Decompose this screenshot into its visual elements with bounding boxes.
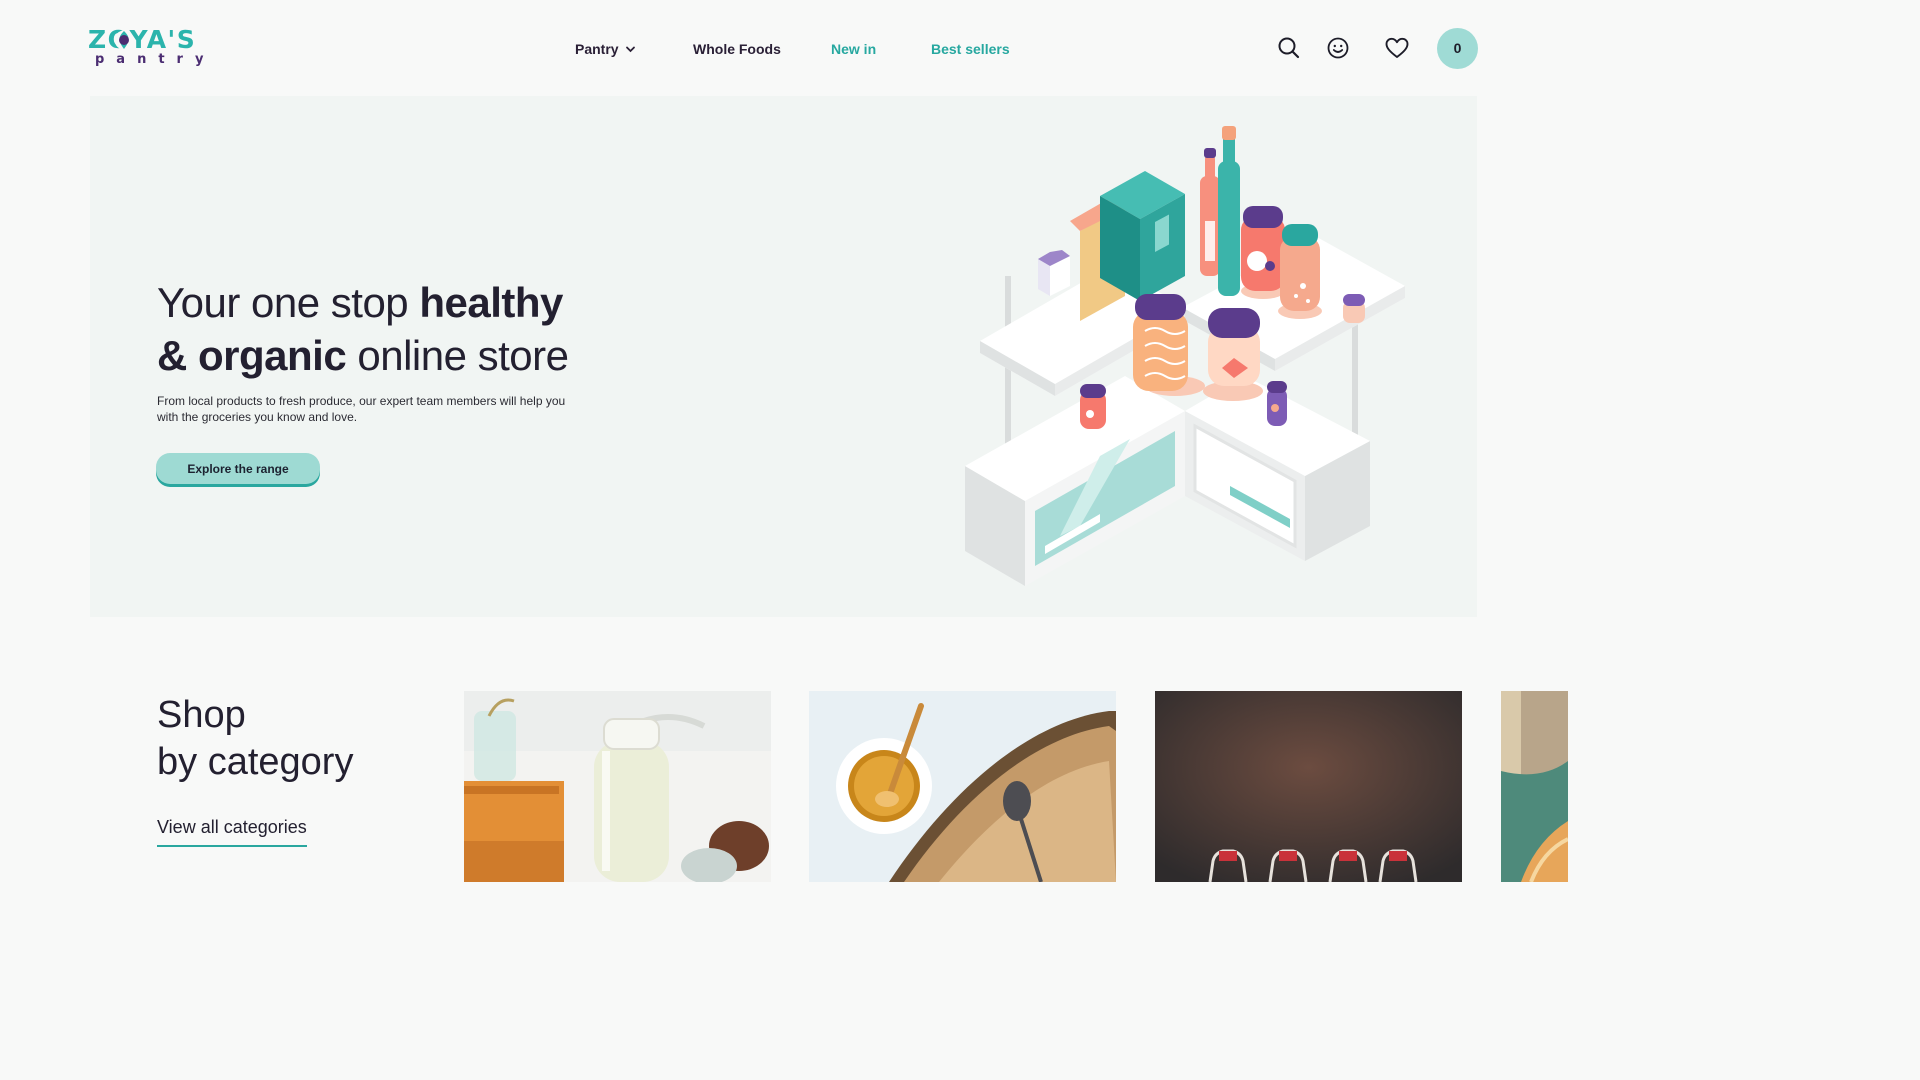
nav-pantry[interactable]: Pantry	[575, 38, 635, 60]
category-image-bakery	[1501, 691, 1568, 882]
nav-best-sellers[interactable]: Best sellers	[931, 38, 1010, 60]
hero-title: Your one stop healthy & organic online st…	[157, 279, 569, 379]
hero-description: From local products to fresh produce, ou…	[157, 394, 566, 424]
search-icon[interactable]	[1275, 34, 1303, 62]
logo-leaf-icon	[114, 30, 134, 50]
logo[interactable]: ZOYA'S pantry	[88, 26, 212, 70]
category-card-honey[interactable]	[809, 691, 1116, 882]
logo-subtitle: pantry	[95, 52, 216, 67]
category-card-drinks[interactable]	[1155, 691, 1462, 882]
nav-new-in[interactable]: New in	[831, 38, 876, 60]
category-image-drinks	[1155, 691, 1462, 882]
category-image-dressings	[464, 691, 771, 882]
nav-pantry-label: Pantry	[575, 41, 619, 57]
logo-wordmark: ZOYA'S	[88, 25, 197, 54]
category-card-dressings[interactable]	[464, 691, 771, 882]
account-smiley-icon[interactable]	[1324, 34, 1352, 62]
wishlist-heart-icon[interactable]	[1383, 34, 1411, 62]
category-card-bakery[interactable]	[1501, 691, 1568, 882]
site-header: ZOYA'S pantry Pantry Whole Foods New in …	[0, 0, 1568, 96]
view-all-categories-link[interactable]: View all categories	[157, 814, 307, 847]
chevron-down-icon	[626, 46, 635, 53]
pantry-shelf-illustration	[965, 126, 1405, 586]
category-section-title: Shop by category	[157, 694, 354, 783]
nav-whole-foods[interactable]: Whole Foods	[693, 38, 781, 60]
explore-range-button[interactable]: Explore the range	[156, 453, 320, 484]
cart-button[interactable]: 0	[1437, 28, 1478, 69]
category-image-honey	[809, 691, 1116, 882]
hero-banner: Your one stop healthy & organic online st…	[90, 96, 1477, 617]
